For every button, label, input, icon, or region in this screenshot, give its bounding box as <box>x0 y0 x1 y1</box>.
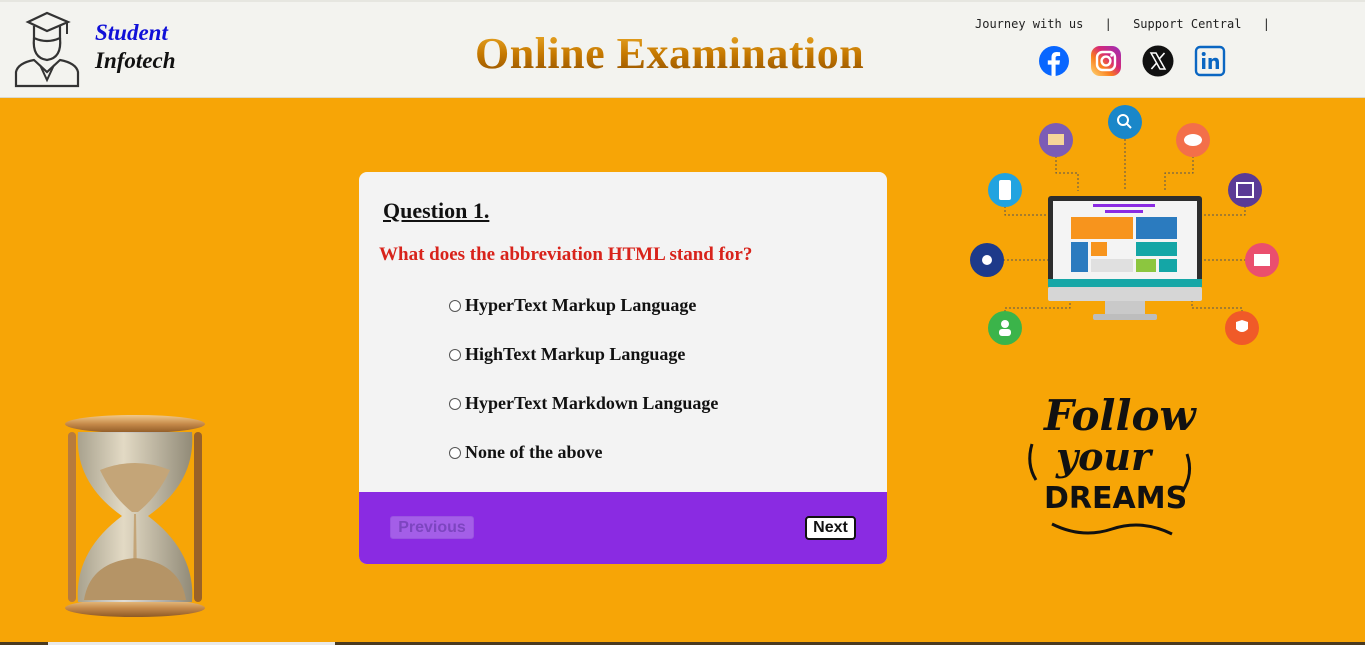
answer-option[interactable]: HyperText Markup Language <box>449 295 696 316</box>
question-text: What does the abbreviation HTML stand fo… <box>379 244 753 265</box>
previous-button[interactable]: Previous <box>390 516 474 539</box>
x-icon[interactable] <box>1142 45 1174 77</box>
radio-button[interactable] <box>449 397 461 410</box>
question-card: Question 1. What does the abbreviation H… <box>359 172 887 564</box>
option-label: HyperText Markup Language <box>465 295 697 315</box>
radio-button[interactable] <box>449 446 461 459</box>
dreams-line1: Follow <box>1043 391 1197 440</box>
option-label: None of the above <box>465 442 603 462</box>
brand-name-line1: Student <box>95 20 168 45</box>
answer-option[interactable]: None of the above <box>449 442 603 463</box>
link-separator: | <box>1262 17 1270 31</box>
radio-button[interactable] <box>449 299 461 312</box>
answer-option[interactable]: HyperText Markdown Language <box>449 393 718 414</box>
brand-name-line2: Infotech <box>95 48 176 73</box>
dreams-line2: your <box>1055 434 1154 479</box>
dreams-line3: DREAMS <box>1044 481 1187 516</box>
digital-network-illustration <box>970 105 1279 345</box>
answer-option[interactable]: HighText Markup Language <box>449 344 685 365</box>
question-number: Question 1. <box>383 198 490 223</box>
instagram-icon[interactable] <box>1090 45 1122 77</box>
option-label: HyperText Markdown Language <box>465 393 719 413</box>
facebook-icon[interactable] <box>1038 45 1070 77</box>
journey-link[interactable]: Journey with us <box>975 17 1083 31</box>
page-title: Online Examination <box>475 29 865 78</box>
link-separator: | <box>1104 17 1112 31</box>
support-link[interactable]: Support Central <box>1133 17 1241 31</box>
follow-your-dreams-artwork: Follow your DREAMS <box>1028 391 1197 536</box>
next-button[interactable]: Next <box>805 516 856 540</box>
radio-button[interactable] <box>449 348 461 361</box>
site-header: Student Infotech Online Examination Jour… <box>0 0 1365 98</box>
question-nav-footer: Previous Next <box>359 492 887 564</box>
top-links: Journey with us | Support Central | <box>975 17 1284 31</box>
hourglass-image <box>65 415 205 617</box>
linkedin-icon[interactable] <box>1194 45 1226 77</box>
graduate-logo-icon <box>14 11 80 88</box>
option-label: HighText Markup Language <box>465 344 686 364</box>
